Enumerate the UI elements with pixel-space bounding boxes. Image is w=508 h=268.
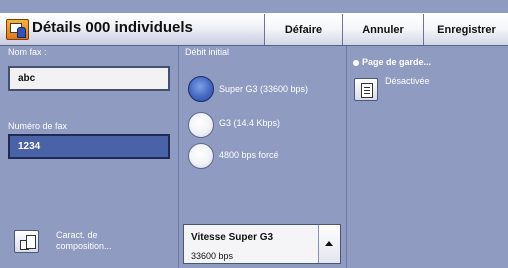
- cover-page-icon[interactable]: [354, 78, 378, 101]
- fax-number-label: Numéro de fax: [8, 121, 68, 131]
- chevron-up-icon[interactable]: [318, 225, 340, 263]
- fax-name-field[interactable]: abc: [8, 66, 170, 91]
- composition-label[interactable]: Caract. de composition...: [56, 230, 112, 252]
- fax-name-label: Nom fax :: [8, 47, 47, 57]
- save-button[interactable]: Enregistrer: [423, 14, 508, 45]
- fax-details-screen: Détails 000 individuels Défaire Annuler …: [0, 0, 508, 268]
- cover-page-status: Désactivée: [385, 76, 430, 86]
- option-g3-label[interactable]: G3 (14.4 Kbps): [219, 118, 280, 128]
- composition-icon[interactable]: [14, 230, 39, 253]
- column-divider: [346, 46, 347, 268]
- bullet-icon: [353, 60, 359, 66]
- speed-title: Vitesse Super G3: [191, 232, 274, 243]
- fax-number-field[interactable]: 1234: [8, 134, 170, 159]
- speed-select[interactable]: Vitesse Super G3 33600 bps: [183, 224, 341, 264]
- radio-super-g3[interactable]: [188, 76, 214, 102]
- speed-value: 33600 bps: [191, 251, 234, 261]
- fax-individual-icon: [6, 19, 29, 40]
- radio-4800-forced[interactable]: [188, 143, 214, 169]
- cover-page-title[interactable]: Page de garde...: [362, 57, 431, 67]
- header-bar: Détails 000 individuels Défaire Annuler …: [0, 13, 508, 46]
- radio-g3[interactable]: [188, 112, 214, 138]
- option-super-g3-label[interactable]: Super G3 (33600 bps): [219, 84, 308, 94]
- undo-button[interactable]: Défaire: [264, 14, 343, 45]
- page-title: Détails 000 individuels: [32, 19, 193, 36]
- option-4800-label[interactable]: 4800 bps forcé: [219, 150, 279, 160]
- cancel-button[interactable]: Annuler: [342, 14, 424, 45]
- column-divider: [178, 46, 179, 268]
- initial-rate-label: Débit initial: [185, 47, 230, 57]
